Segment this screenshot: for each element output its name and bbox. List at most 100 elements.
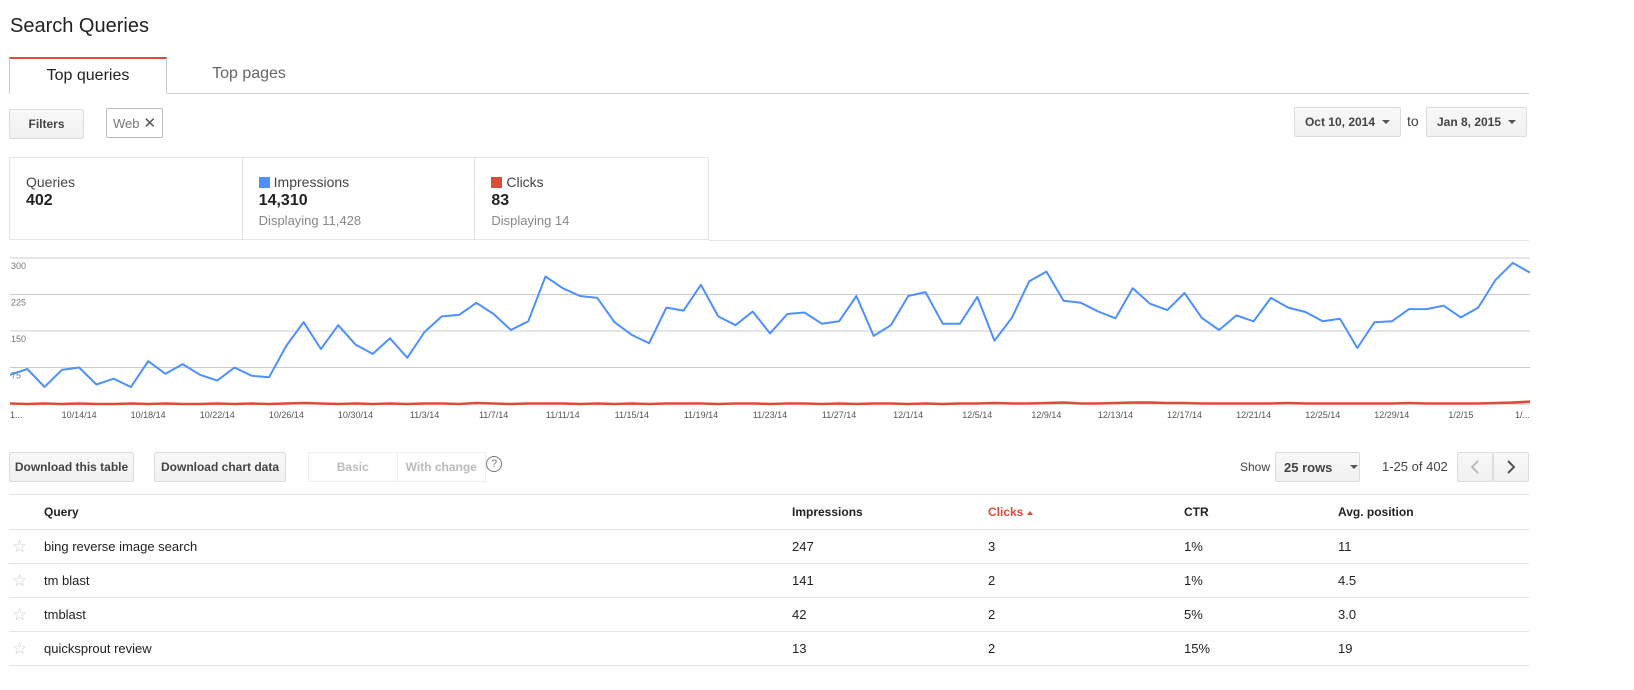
x-tick-label: 10/18/14 [131,410,166,420]
show-rows-label: Show [1240,460,1271,474]
previous-page-button[interactable] [1457,452,1493,482]
x-tick-label: 1/... [1515,410,1530,420]
download-table-button[interactable]: Download this table [9,452,134,482]
ctr-cell: 5% [1184,597,1338,632]
impressions-color-swatch [258,176,270,188]
chevron-down-icon [1382,120,1391,124]
chevron-down-icon [1508,120,1517,124]
pagination-range: 1-25 of 402 [1382,459,1448,474]
x-tick-label: 11/27/14 [822,410,856,420]
queries-value: 402 [26,192,53,209]
help-icon[interactable]: ? [486,456,502,472]
x-tick-label: 12/29/14 [1374,410,1409,420]
impressions-cell: 13 [792,631,988,666]
x-tick-label: 10/30/14 [338,410,373,420]
impressions-cell: 247 [792,529,988,564]
query-cell[interactable]: bing reverse image search [44,529,792,564]
x-tick-label: 10/14/14 [62,410,97,420]
date-to-dropdown[interactable]: Jan 8, 2015 [1426,107,1527,137]
query-column-header[interactable]: Query [44,494,792,530]
queries-label: Queries [26,174,76,190]
x-tick-label: 12/9/14 [1031,410,1061,420]
tab-top-pages[interactable]: Top pages [194,57,304,93]
summary-cards: Queries 402 Impressions 14,310 Displayin… [9,157,709,240]
x-tick-label: 11/11/14 [546,410,580,420]
clicks-color-swatch [491,176,503,188]
page-title: Search Queries [10,15,149,37]
chevron-down-icon [1350,465,1359,469]
query-cell[interactable]: tmblast [44,597,792,632]
query-cell[interactable]: quicksprout review [44,631,792,666]
impressions-value: 14,310 [258,192,308,209]
chevron-right-icon [1507,460,1516,474]
impressions-series-line [9,261,1531,388]
table-row: ☆ tmblast 42 2 5% 3.0 [9,597,1529,632]
avg-position-cell: 3.0 [1338,597,1529,632]
clicks-cell: 2 [988,631,1184,666]
query-cell[interactable]: tm blast [44,563,792,598]
x-tick-label: 1/2/15 [1448,410,1473,420]
x-tick-label: 12/1/14 [893,410,923,420]
star-icon[interactable]: ☆ [9,571,27,590]
y-tick-label: 300 [11,261,26,271]
table-row: ☆ quicksprout review 13 2 15% 19 [9,631,1529,666]
star-icon[interactable]: ☆ [9,537,27,556]
rows-per-page-select[interactable]: 25 rows [1275,452,1360,482]
x-tick-label: 10/26/14 [269,410,304,420]
x-tick-label: 12/17/14 [1167,410,1202,420]
date-to-value: Jan 8, 2015 [1436,115,1502,129]
download-chart-data-button[interactable]: Download chart data [154,452,286,482]
next-page-button[interactable] [1493,452,1529,482]
view-mode-toggle: Basic With change [308,452,486,482]
star-icon[interactable]: ☆ [9,639,27,658]
queries-table: Query Impressions Clicks CTR Avg. positi… [9,494,1529,666]
impressions-displaying: Displaying 11,428 [258,213,362,228]
date-from-dropdown[interactable]: Oct 10, 2014 [1294,107,1401,137]
impressions-cell: 42 [792,597,988,632]
sort-ascending-icon [1027,510,1034,515]
remove-filter-icon[interactable]: ✕ [144,114,157,132]
with-change-view-button[interactable]: With change [398,453,486,481]
ctr-column-header[interactable]: CTR [1184,494,1338,530]
clicks-series-line [9,400,1531,406]
table-row: ☆ tm blast 141 2 1% 4.5 [9,563,1529,598]
filter-chip-label: Web [113,115,140,131]
y-tick-label: 225 [11,298,26,308]
rows-per-page-value: 25 rows [1284,459,1333,475]
clicks-card[interactable]: Clicks 83 Displaying 14 [475,158,708,239]
filters-button[interactable]: Filters [9,109,84,139]
tab-top-queries[interactable]: Top queries [9,57,167,94]
avg-position-cell: 19 [1338,631,1529,666]
table-row: ☆ bing reverse image search 247 3 1% 11 [9,529,1529,564]
clicks-column-header[interactable]: Clicks [988,494,1184,530]
clicks-cell: 2 [988,563,1184,598]
ctr-cell: 1% [1184,563,1338,598]
x-tick-label: 12/21/14 [1236,410,1271,420]
clicks-cell: 2 [988,597,1184,632]
ctr-cell: 1% [1184,529,1338,564]
x-tick-label: 12/25/14 [1305,410,1340,420]
impressions-label: Impressions [273,174,350,190]
impressions-column-header[interactable]: Impressions [792,494,988,530]
x-tick-label: 10/22/14 [200,410,235,420]
divider [709,240,1529,241]
queries-card[interactable]: Queries 402 [10,158,243,239]
filter-chip-web: Web ✕ [106,108,164,138]
x-tick-label: 1... [10,410,23,420]
basic-view-button[interactable]: Basic [309,453,398,481]
clicks-header-label: Clicks [988,505,1024,519]
x-tick-label: 12/5/14 [962,410,992,420]
clicks-cell: 3 [988,529,1184,564]
x-tick-label: 11/7/14 [479,410,508,420]
avg-position-cell: 11 [1338,529,1529,564]
x-tick-label: 11/3/14 [410,410,439,420]
impressions-card[interactable]: Impressions 14,310 Displaying 11,428 [243,158,476,239]
clicks-value: 83 [491,192,510,209]
clicks-label: Clicks [506,174,544,190]
ctr-cell: 15% [1184,631,1338,666]
x-tick-label: 11/23/14 [753,410,787,420]
star-icon[interactable]: ☆ [9,605,27,624]
x-tick-label: 12/13/14 [1098,410,1133,420]
avg-position-column-header[interactable]: Avg. position [1338,494,1529,530]
x-tick-label: 11/19/14 [684,410,718,420]
